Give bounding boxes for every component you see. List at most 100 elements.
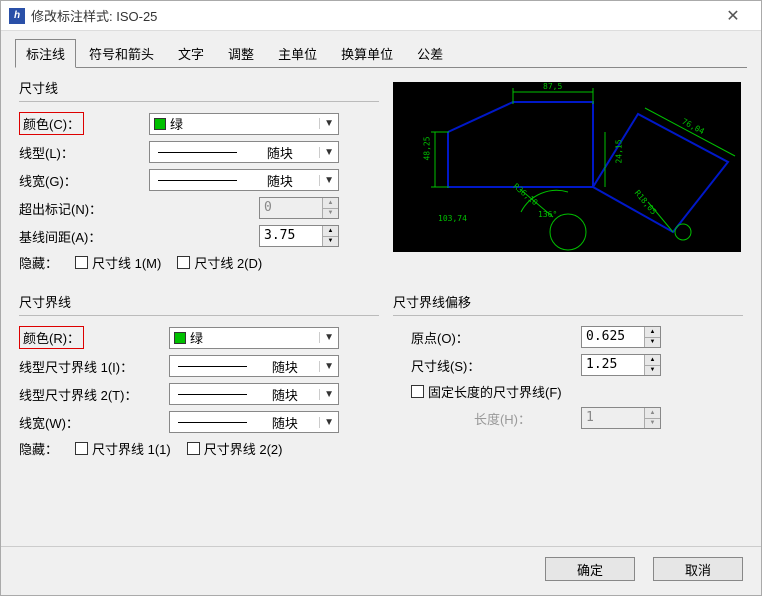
dimline-offset-spinner[interactable]: 1.25 ▲▼ bbox=[581, 354, 661, 376]
ext-lw-value: 随块 bbox=[251, 413, 320, 432]
length-label: 长度(H)： bbox=[411, 409, 541, 428]
ext-hide1-label: 尺寸界线 1(1) bbox=[92, 439, 171, 458]
ext-hide-label: 隐藏： bbox=[19, 439, 75, 458]
tab-text[interactable]: 文字 bbox=[167, 39, 215, 68]
ext-lw-label: 线宽(W)： bbox=[19, 413, 169, 432]
dimension-preview: 87,5 48,25 24,15 76,04 R36,10 136° R18,0… bbox=[393, 82, 741, 252]
chevron-down-icon: ▼ bbox=[319, 175, 334, 186]
hide-label: 隐藏： bbox=[19, 253, 75, 272]
close-icon[interactable]: ✕ bbox=[713, 2, 753, 30]
origin-offset-value: 0.625 bbox=[582, 327, 644, 347]
spin-down-icon: ▼ bbox=[645, 419, 660, 429]
dimline-offset-value: 1.25 bbox=[582, 355, 644, 375]
ext-lt2-value: 随块 bbox=[251, 385, 320, 404]
group-title-offset: 尺寸界线偏移 bbox=[393, 292, 743, 311]
ext-color-label: 颜色(R)： bbox=[19, 326, 149, 349]
app-icon: h bbox=[9, 8, 25, 24]
tab-alt-units[interactable]: 换算单位 bbox=[330, 39, 404, 68]
tab-divider bbox=[15, 67, 747, 68]
group-dimension-line: 尺寸线 颜色(C)： 绿 ▼ 线型(L)： 随块 ▼ 线宽(G)： bbox=[19, 78, 379, 278]
dim-top: 87,5 bbox=[543, 82, 562, 91]
hide1-label: 尺寸线 1(M) bbox=[92, 253, 161, 272]
spin-up-icon[interactable]: ▲ bbox=[645, 355, 660, 366]
ext-color-select[interactable]: 绿 ▼ bbox=[169, 327, 339, 349]
chevron-down-icon: ▼ bbox=[319, 389, 334, 400]
line-sample-icon bbox=[178, 366, 247, 367]
ext-lt1-select[interactable]: 随块 ▼ bbox=[169, 355, 339, 377]
length-spinner: 1 ▲▼ bbox=[581, 407, 661, 429]
color-highlight: 颜色(C)： bbox=[19, 112, 84, 135]
checkbox-icon bbox=[411, 385, 424, 398]
ext-lt1-label: 线型尺寸界线 1(I)： bbox=[19, 357, 169, 376]
spin-up-icon: ▲ bbox=[323, 198, 338, 209]
dim-coord: 103,74 bbox=[438, 214, 467, 223]
line-sample-icon bbox=[178, 422, 247, 423]
color-label: 颜色(C)： bbox=[19, 112, 149, 135]
spin-up-icon[interactable]: ▲ bbox=[645, 327, 660, 338]
hide-dimline1-checkbox[interactable]: 尺寸线 1(M) bbox=[75, 253, 161, 272]
spin-down-icon[interactable]: ▼ bbox=[645, 366, 660, 376]
tab-primary-units[interactable]: 主单位 bbox=[267, 39, 328, 68]
extend-label: 超出标记(N)： bbox=[19, 199, 149, 218]
spin-down-icon[interactable]: ▼ bbox=[323, 237, 338, 247]
extend-spinner: 0 ▲▼ bbox=[259, 197, 339, 219]
title-bar: h 修改标注样式: ISO-25 ✕ bbox=[1, 1, 761, 31]
chevron-down-icon: ▼ bbox=[319, 118, 334, 129]
spin-up-icon: ▲ bbox=[645, 408, 660, 419]
dim-mid: 24,15 bbox=[615, 139, 624, 163]
length-value: 1 bbox=[582, 408, 644, 428]
dialog-window: h 修改标注样式: ISO-25 ✕ 标注线 符号和箭头 文字 调整 主单位 换… bbox=[0, 0, 762, 596]
chevron-down-icon: ▼ bbox=[319, 147, 334, 158]
group-extension-offset: 尺寸界线偏移 原点(O)： 0.625 ▲▼ 尺寸线(S)： 1.25 ▲▼ bbox=[393, 292, 743, 464]
ext-lt2-select[interactable]: 随块 ▼ bbox=[169, 383, 339, 405]
spin-down-icon: ▼ bbox=[323, 209, 338, 219]
content-area: 尺寸线 颜色(C)： 绿 ▼ 线型(L)： 随块 ▼ 线宽(G)： bbox=[1, 68, 761, 546]
hide-ext1-checkbox[interactable]: 尺寸界线 1(1) bbox=[75, 439, 171, 458]
extend-value: 0 bbox=[260, 198, 322, 218]
chevron-down-icon: ▼ bbox=[319, 417, 334, 428]
dimline-offset-label: 尺寸线(S)： bbox=[411, 356, 541, 375]
ok-button[interactable]: 确定 bbox=[545, 557, 635, 581]
hide-dimline2-checkbox[interactable]: 尺寸线 2(D) bbox=[177, 253, 262, 272]
checkbox-icon bbox=[187, 442, 200, 455]
checkbox-icon bbox=[75, 256, 88, 269]
tab-dimension-line[interactable]: 标注线 bbox=[15, 39, 76, 68]
linetype-select[interactable]: 随块 ▼ bbox=[149, 141, 339, 163]
chevron-down-icon: ▼ bbox=[319, 361, 334, 372]
ext-lt2-label: 线型尺寸界线 2(T)： bbox=[19, 385, 169, 404]
baseline-spinner[interactable]: 3.75 ▲▼ bbox=[259, 225, 339, 247]
spin-up-icon[interactable]: ▲ bbox=[323, 226, 338, 237]
baseline-label: 基线间距(A)： bbox=[19, 227, 149, 246]
origin-offset-spinner[interactable]: 0.625 ▲▼ bbox=[581, 326, 661, 348]
checkbox-icon bbox=[177, 256, 190, 269]
chevron-down-icon: ▼ bbox=[319, 332, 334, 343]
cancel-button[interactable]: 取消 bbox=[653, 557, 743, 581]
baseline-value: 3.75 bbox=[260, 226, 322, 246]
checkbox-icon bbox=[75, 442, 88, 455]
ext-lw-select[interactable]: 随块 ▼ bbox=[169, 411, 339, 433]
fixed-length-checkbox[interactable]: 固定长度的尺寸界线(F) bbox=[411, 382, 562, 401]
ext-hide2-label: 尺寸界线 2(2) bbox=[204, 439, 283, 458]
hide-ext2-checkbox[interactable]: 尺寸界线 2(2) bbox=[187, 439, 283, 458]
spin-down-icon[interactable]: ▼ bbox=[645, 338, 660, 348]
fixed-length-label: 固定长度的尺寸界线(F) bbox=[428, 382, 562, 401]
color-select[interactable]: 绿 ▼ bbox=[149, 113, 339, 135]
group-extension-line: 尺寸界线 颜色(R)： 绿 ▼ 线型尺寸界线 1(I)： 随块 ▼ bbox=[19, 292, 379, 464]
group-title-dimension-line: 尺寸线 bbox=[19, 78, 379, 97]
ext-color-highlight: 颜色(R)： bbox=[19, 326, 84, 349]
lineweight-value: 随块 bbox=[241, 171, 320, 190]
line-sample-icon bbox=[158, 152, 237, 153]
tab-tolerance[interactable]: 公差 bbox=[406, 39, 454, 68]
lineweight-select[interactable]: 随块 ▼ bbox=[149, 169, 339, 191]
color-swatch-icon bbox=[174, 332, 186, 344]
lineweight-label: 线宽(G)： bbox=[19, 171, 149, 190]
ext-color-value: 绿 bbox=[190, 328, 319, 347]
dialog-footer: 确定 取消 bbox=[1, 546, 761, 595]
group-title-extension-line: 尺寸界线 bbox=[19, 292, 379, 311]
color-value: 绿 bbox=[170, 114, 319, 133]
color-swatch-icon bbox=[154, 118, 166, 130]
origin-offset-label: 原点(O)： bbox=[411, 328, 541, 347]
tab-symbols-arrows[interactable]: 符号和箭头 bbox=[78, 39, 165, 68]
tab-adjust[interactable]: 调整 bbox=[217, 39, 265, 68]
hide2-label: 尺寸线 2(D) bbox=[194, 253, 262, 272]
